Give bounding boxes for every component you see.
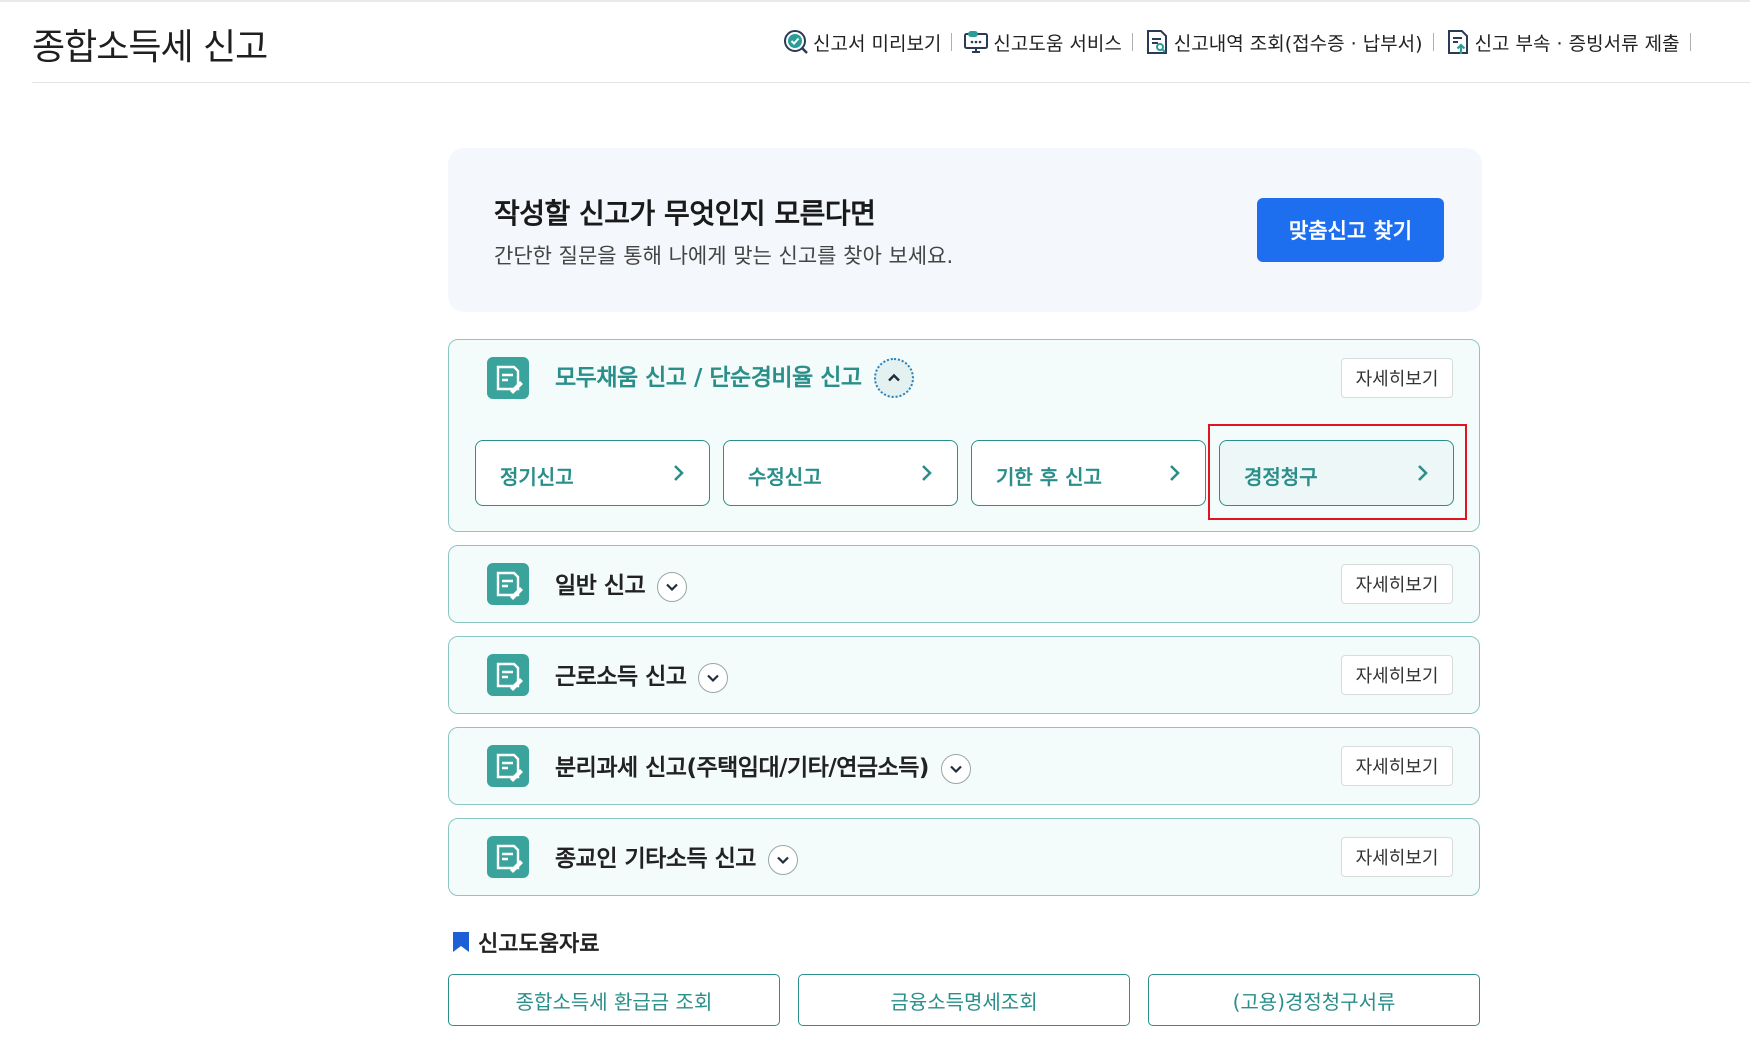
accordion-title-text: 모두채움 신고 / 단순경비율 신고 [555,364,862,391]
accordion-title-text: 근로소득 신고 [555,664,687,691]
accordion-title-text: 일반 신고 [555,573,646,600]
header-divider [32,82,1750,83]
document-edit-icon [487,563,529,605]
sub-option-label: 정기신고 [500,465,574,489]
nav-history-link[interactable]: 신고내역 조회(접수증 · 납부서) [1143,28,1423,56]
accordion-earned-income-report: 근로소득 신고 자세히보기 [448,636,1480,714]
detail-button[interactable]: 자세히보기 [1341,564,1453,604]
find-custom-report-button[interactable]: 맞춤신고 찾기 [1257,198,1444,262]
chevron-down-icon [950,765,962,773]
sub-option-label: 기한 후 신고 [996,465,1102,489]
collapse-toggle[interactable] [873,358,914,399]
custom-report-banner: 작성할 신고가 무엇인지 모른다면 간단한 질문을 통해 나에게 맞는 신고를 … [448,148,1482,312]
expand-toggle[interactable] [940,753,971,784]
expand-toggle[interactable] [657,571,688,602]
detail-button[interactable]: 자세히보기 [1341,837,1453,877]
refund-inquiry-button[interactable]: 종합소득세 환급금 조회 [448,974,780,1026]
accordion-title: 모두채움 신고 / 단순경비율 신고 [555,358,914,399]
top-navigation: 신고서 미리보기 신고도움 서비스 신고내역 조회(접수증 · 납부서) 신고 … [782,28,1701,56]
accordion-title-text: 종교인 기타소득 신고 [555,846,756,873]
late-report-button[interactable]: 기한 후 신고 [971,440,1206,506]
nav-separator [1131,33,1133,51]
check-search-icon [784,30,808,54]
banner-title: 작성할 신고가 무엇인지 모른다면 [494,197,876,230]
chevron-right-icon [922,465,932,481]
banner-description: 간단한 질문을 통해 나에게 맞는 신고를 찾아 보세요. [494,244,954,268]
nav-separator [1432,33,1434,51]
highlight-box [1208,424,1467,520]
chevron-down-icon [777,856,789,864]
accordion-title: 근로소득 신고 [555,657,729,693]
regular-report-button[interactable]: 정기신고 [475,440,710,506]
expand-toggle[interactable] [767,844,798,875]
nav-separator [1689,33,1691,51]
sub-option-label: 수정신고 [748,465,822,489]
accordion-separate-taxation-report: 분리과세 신고(주택임대/기타/연금소득) 자세히보기 [448,727,1480,805]
accordion-title: 종교인 기타소득 신고 [555,839,798,875]
resources-heading: 신고도움자료 [452,926,599,958]
accordion-title: 분리과세 신고(주택임대/기타/연금소득) [555,748,971,784]
top-border [0,0,1750,2]
detail-button[interactable]: 자세히보기 [1341,746,1453,786]
document-edit-icon [487,836,529,878]
page-title: 종합소득세 신고 [32,27,268,68]
nav-help-service-link[interactable]: 신고도움 서비스 [962,28,1122,56]
nav-preview-label: 신고서 미리보기 [813,32,942,55]
nav-preview-link[interactable]: 신고서 미리보기 [782,28,941,56]
chevron-down-icon [666,583,678,591]
document-edit-icon [487,654,529,696]
resources-buttons: 종합소득세 환급금 조회 금융소득명세조회 (고용)경정청구서류 [448,974,1480,1026]
monitor-chat-icon [964,31,989,53]
chevron-down-icon [707,674,720,682]
accordion-title-text: 분리과세 신고(주택임대/기타/연금소득) [555,755,929,782]
amended-report-button[interactable]: 수정신고 [723,440,958,506]
accordion-header[interactable]: 모두채움 신고 / 단순경비율 신고 자세히보기 [449,340,1479,416]
document-upload-icon [1447,30,1468,54]
document-edit-icon [487,745,529,787]
accordion-general-report: 일반 신고 자세히보기 [448,545,1480,623]
bookmark-icon [453,932,469,952]
chevron-up-icon [887,374,900,382]
accordion-header[interactable]: 종교인 기타소득 신고 자세히보기 [449,819,1479,895]
chevron-right-icon [1170,465,1180,481]
accordion-header[interactable]: 일반 신고 자세히보기 [449,546,1479,622]
detail-button[interactable]: 자세히보기 [1341,655,1453,695]
nav-help-service-label: 신고도움 서비스 [993,32,1122,55]
nav-attachment-link[interactable]: 신고 부속 · 증빙서류 제출 [1444,28,1680,56]
nav-history-label: 신고내역 조회(접수증 · 납부서) [1173,32,1423,55]
nav-separator [951,33,953,51]
accordion-header[interactable]: 근로소득 신고 자세히보기 [449,637,1479,713]
detail-button[interactable]: 자세히보기 [1341,358,1453,398]
document-edit-icon [487,357,529,399]
accordion-title: 일반 신고 [555,566,688,602]
chevron-right-icon [674,465,684,481]
nav-attachment-label: 신고 부속 · 증빙서류 제출 [1474,32,1680,55]
employment-correction-documents-button[interactable]: (고용)경정청구서류 [1148,974,1480,1026]
expand-toggle[interactable] [698,662,729,693]
accordion-header[interactable]: 분리과세 신고(주택임대/기타/연금소득) 자세히보기 [449,728,1479,804]
document-search-icon [1146,30,1167,54]
resources-title: 신고도움자료 [478,932,600,957]
financial-income-statement-button[interactable]: 금융소득명세조회 [798,974,1130,1026]
accordion-religious-income-report: 종교인 기타소득 신고 자세히보기 [448,818,1480,896]
